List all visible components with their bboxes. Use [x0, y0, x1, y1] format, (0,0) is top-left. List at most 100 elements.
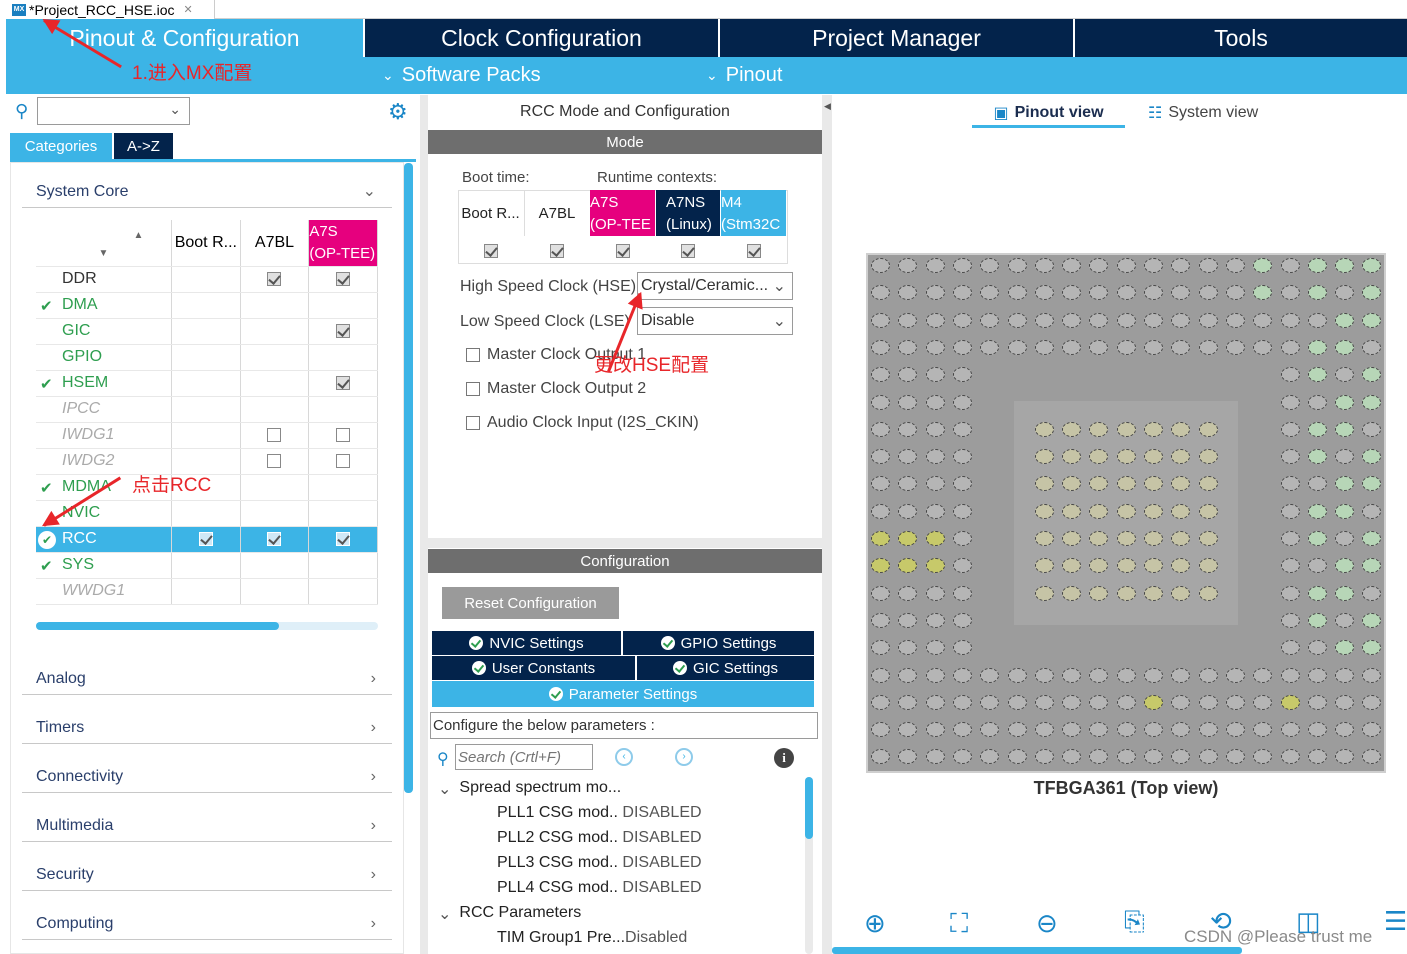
pin[interactable] [1253, 285, 1273, 301]
pin[interactable] [1116, 449, 1136, 465]
ctx-a7s-check[interactable] [590, 237, 655, 264]
pin[interactable] [871, 367, 890, 383]
pin[interactable] [1198, 312, 1218, 328]
pin[interactable] [1280, 476, 1300, 492]
parameter-search-input[interactable] [455, 744, 593, 770]
pin[interactable] [952, 585, 972, 601]
param-vertical-scrollbar[interactable] [805, 777, 813, 839]
pin[interactable] [1280, 749, 1300, 765]
pin[interactable] [1307, 694, 1327, 710]
i2s-option[interactable]: Audio Clock Input (I2S_CKIN) [466, 414, 699, 432]
pin[interactable] [1034, 749, 1054, 765]
pin[interactable] [898, 503, 918, 519]
pin[interactable] [1335, 612, 1355, 628]
pin[interactable] [925, 585, 945, 601]
next-icon[interactable]: › [675, 748, 693, 766]
pin[interactable] [1253, 258, 1273, 273]
pin[interactable] [1335, 285, 1355, 301]
pin[interactable] [1362, 449, 1382, 465]
pin[interactable] [1307, 667, 1327, 683]
pin[interactable] [1144, 667, 1163, 683]
pin[interactable] [952, 694, 972, 710]
pin[interactable] [1362, 421, 1382, 437]
pin[interactable] [898, 640, 918, 656]
pin[interactable] [898, 449, 918, 465]
view-horizontal-scrollbar[interactable] [832, 947, 1242, 954]
pin[interactable] [1307, 722, 1327, 738]
pin[interactable] [952, 667, 972, 683]
pin[interactable] [980, 722, 1000, 738]
checkbox[interactable] [336, 323, 351, 338]
table-row[interactable]: IPCC [36, 396, 378, 423]
pin[interactable] [1007, 285, 1027, 301]
pin[interactable] [1007, 749, 1027, 765]
pin[interactable] [925, 367, 945, 383]
group-system-core[interactable]: System Core ⌄ [22, 168, 392, 208]
pin[interactable] [1253, 667, 1273, 683]
pin[interactable] [1089, 258, 1109, 273]
group-timers[interactable]: Timers › [22, 704, 392, 744]
pin[interactable] [1007, 667, 1027, 683]
pin[interactable] [1280, 558, 1300, 574]
pin[interactable] [1307, 531, 1327, 546]
pin[interactable] [1307, 394, 1327, 410]
pin[interactable] [1089, 749, 1109, 765]
mode-config-splitter[interactable] [428, 538, 822, 548]
pin[interactable] [1198, 339, 1218, 355]
pin[interactable] [1034, 312, 1054, 328]
tab-pinout-configuration[interactable]: Pinout & Configuration [6, 19, 363, 57]
pin[interactable] [1062, 694, 1082, 710]
pin[interactable] [871, 285, 890, 301]
pin[interactable] [1089, 285, 1109, 301]
pin[interactable] [1362, 258, 1382, 273]
group-connectivity[interactable]: Connectivity › [22, 753, 392, 793]
pin[interactable] [871, 531, 890, 546]
pin[interactable] [925, 612, 945, 628]
pin[interactable] [1062, 749, 1082, 765]
pin[interactable] [1362, 503, 1382, 519]
tab-system-view[interactable]: ☷ System view [1148, 100, 1258, 125]
pin[interactable] [1225, 667, 1245, 683]
pin[interactable] [1198, 694, 1218, 710]
pin[interactable] [1062, 667, 1082, 683]
pin[interactable] [1034, 531, 1054, 546]
pin[interactable] [1007, 312, 1027, 328]
lse-select[interactable]: Disable ⌄ [637, 307, 793, 335]
ctx-boot-check[interactable] [458, 237, 523, 264]
pin[interactable] [1253, 722, 1273, 738]
pin[interactable] [1225, 722, 1245, 738]
pin[interactable] [1089, 722, 1109, 738]
pin[interactable] [898, 312, 918, 328]
layout-icon[interactable]: ☰ [1384, 906, 1407, 937]
pin[interactable] [1007, 258, 1027, 273]
pin[interactable] [1362, 476, 1382, 492]
pin[interactable] [898, 394, 918, 410]
pin[interactable] [1280, 612, 1300, 628]
pin[interactable] [1335, 367, 1355, 383]
pin[interactable] [1198, 531, 1218, 546]
pin[interactable] [1280, 367, 1300, 383]
chip-package-view[interactable] [866, 253, 1386, 773]
pin[interactable] [871, 339, 890, 355]
pin[interactable] [1171, 339, 1191, 355]
pin[interactable] [980, 667, 1000, 683]
pin[interactable] [1144, 449, 1163, 465]
pin[interactable] [1089, 503, 1109, 519]
pin[interactable] [1307, 449, 1327, 465]
pin[interactable] [952, 421, 972, 437]
pin[interactable] [871, 449, 890, 465]
pin[interactable] [1307, 749, 1327, 765]
pin[interactable] [952, 367, 972, 383]
tab-user-constants[interactable]: User Constants [432, 656, 635, 680]
mco2-option[interactable]: Master Clock Output 2 [466, 380, 646, 398]
checkbox[interactable] [336, 427, 351, 442]
pin[interactable] [1335, 531, 1355, 546]
pin[interactable] [1171, 285, 1191, 301]
pin[interactable] [1335, 421, 1355, 437]
pin[interactable] [980, 339, 1000, 355]
pin[interactable] [898, 694, 918, 710]
table-row[interactable]: GPIO [36, 344, 378, 371]
pin[interactable] [1198, 476, 1218, 492]
pin[interactable] [1335, 722, 1355, 738]
param-row[interactable]: TIM Group1 Pre...Disabled [497, 929, 687, 947]
